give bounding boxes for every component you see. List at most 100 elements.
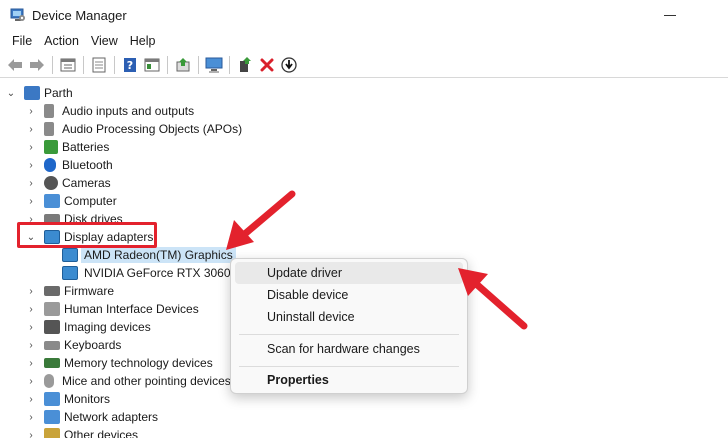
minimize-button[interactable] xyxy=(664,8,678,22)
chevron-right-icon[interactable]: › xyxy=(26,372,36,390)
category-label: Audio Processing Objects (APOs) xyxy=(62,122,243,136)
mouse-icon xyxy=(44,374,54,388)
camera-icon xyxy=(44,176,58,190)
other-devices-icon xyxy=(44,428,60,438)
display-adapter-icon xyxy=(62,266,78,280)
device-amd-radeon[interactable]: AMD Radeon(TM) Graphics xyxy=(62,246,236,264)
update-driver-icon[interactable] xyxy=(173,55,193,75)
chevron-down-icon[interactable]: ⌄ xyxy=(6,84,16,102)
category-label: Firmware xyxy=(64,284,114,298)
firmware-icon xyxy=(44,286,60,296)
category-label: Computer xyxy=(64,194,117,208)
network-icon xyxy=(44,410,60,424)
annotation-arrow-icon xyxy=(226,190,296,250)
add-driver-icon[interactable] xyxy=(235,55,255,75)
tree-category[interactable]: › Bluetooth xyxy=(26,156,113,174)
toolbar-separator xyxy=(114,56,115,74)
chevron-right-icon[interactable]: › xyxy=(26,390,36,408)
chevron-right-icon[interactable]: › xyxy=(26,336,36,354)
category-label: Imaging devices xyxy=(64,320,151,334)
tree-category[interactable]: › Firmware xyxy=(26,282,114,300)
help-icon[interactable]: ? xyxy=(120,55,140,75)
tree-category[interactable]: › Human Interface Devices xyxy=(26,300,199,318)
menu-separator xyxy=(239,366,459,367)
chevron-right-icon[interactable]: › xyxy=(26,120,36,138)
chevron-right-icon[interactable]: › xyxy=(26,318,36,336)
download-icon[interactable] xyxy=(279,55,299,75)
menu-file[interactable]: File xyxy=(6,34,38,48)
tree-category[interactable]: › Other devices xyxy=(26,426,138,438)
menu-uninstall-device[interactable]: Uninstall device xyxy=(235,306,463,328)
category-label: Monitors xyxy=(64,392,111,406)
display-adapter-icon xyxy=(62,248,78,262)
tree-category[interactable]: › Mice and other pointing devices xyxy=(26,372,231,390)
tree-category[interactable]: › Network adapters xyxy=(26,408,158,426)
properties-icon[interactable] xyxy=(58,55,78,75)
chevron-right-icon[interactable]: › xyxy=(26,174,36,192)
chevron-right-icon[interactable]: › xyxy=(26,282,36,300)
tree-category[interactable]: › Monitors xyxy=(26,390,110,408)
chevron-right-icon[interactable]: › xyxy=(26,408,36,426)
menu-properties[interactable]: Properties xyxy=(235,369,463,391)
tree-category[interactable]: › Computer xyxy=(26,192,117,210)
toolbar-separator xyxy=(52,56,53,74)
chevron-right-icon[interactable]: › xyxy=(26,102,36,120)
chevron-right-icon[interactable]: › xyxy=(26,138,36,156)
battery-icon xyxy=(44,140,58,154)
category-label: Cameras xyxy=(62,176,111,190)
category-label: Keyboards xyxy=(64,338,122,352)
chevron-right-icon[interactable]: › xyxy=(26,156,36,174)
menu-scan-hardware[interactable]: Scan for hardware changes xyxy=(235,338,463,360)
tree-category[interactable]: › Cameras xyxy=(26,174,111,192)
device-nvidia-geforce[interactable]: NVIDIA GeForce RTX 3060 La xyxy=(62,264,247,282)
menu-update-driver[interactable]: Update driver xyxy=(235,262,463,284)
chevron-right-icon[interactable]: › xyxy=(26,192,36,210)
menu-bar: File Action View Help xyxy=(0,31,162,51)
device-manager-icon xyxy=(10,7,26,23)
list-icon[interactable] xyxy=(89,55,109,75)
menu-view[interactable]: View xyxy=(85,34,124,48)
annotation-arrow-icon xyxy=(458,268,528,330)
menu-separator xyxy=(239,334,459,335)
category-label: Mice and other pointing devices xyxy=(62,374,231,388)
tree-category[interactable]: › Audio Processing Objects (APOs) xyxy=(26,120,242,138)
toolbar-separator xyxy=(83,56,84,74)
chevron-right-icon[interactable]: › xyxy=(26,426,36,438)
memory-icon xyxy=(44,358,60,368)
context-menu: Update driver Disable device Uninstall d… xyxy=(230,258,468,394)
tree-root[interactable]: ⌄ Parth xyxy=(6,84,73,102)
toolbar: ? xyxy=(0,53,728,78)
title-bar: Device Manager xyxy=(0,0,728,30)
computer-icon xyxy=(24,86,40,100)
category-label: Human Interface Devices xyxy=(64,302,199,316)
tree-category[interactable]: › Keyboards xyxy=(26,336,121,354)
annotation-highlight-box xyxy=(17,222,157,248)
view-icon[interactable] xyxy=(142,55,162,75)
toolbar-separator xyxy=(198,56,199,74)
category-label: Memory technology devices xyxy=(64,356,213,370)
monitor-icon xyxy=(44,392,60,406)
back-arrow-icon[interactable] xyxy=(5,55,25,75)
tree-category[interactable]: › Memory technology devices xyxy=(26,354,213,372)
speaker-icon xyxy=(44,104,54,118)
menu-help[interactable]: Help xyxy=(124,34,162,48)
uninstall-icon[interactable] xyxy=(257,55,277,75)
window-title: Device Manager xyxy=(32,7,127,23)
tree-category[interactable]: › Imaging devices xyxy=(26,318,151,336)
computer-icon xyxy=(44,194,60,208)
toolbar-separator xyxy=(229,56,230,74)
menu-disable-device[interactable]: Disable device xyxy=(235,284,463,306)
tree-root-label: Parth xyxy=(44,86,73,100)
monitor-icon[interactable] xyxy=(204,55,224,75)
chevron-right-icon[interactable]: › xyxy=(26,300,36,318)
tree-category[interactable]: › Audio inputs and outputs xyxy=(26,102,194,120)
category-label: Other devices xyxy=(64,428,139,438)
tree-category[interactable]: › Batteries xyxy=(26,138,109,156)
menu-action[interactable]: Action xyxy=(38,34,85,48)
chevron-right-icon[interactable]: › xyxy=(26,354,36,372)
speaker-icon xyxy=(44,122,54,136)
category-label: Bluetooth xyxy=(62,158,113,172)
forward-arrow-icon[interactable] xyxy=(27,55,47,75)
device-label: NVIDIA GeForce RTX 3060 La xyxy=(84,266,248,280)
category-label: Network adapters xyxy=(64,410,159,424)
